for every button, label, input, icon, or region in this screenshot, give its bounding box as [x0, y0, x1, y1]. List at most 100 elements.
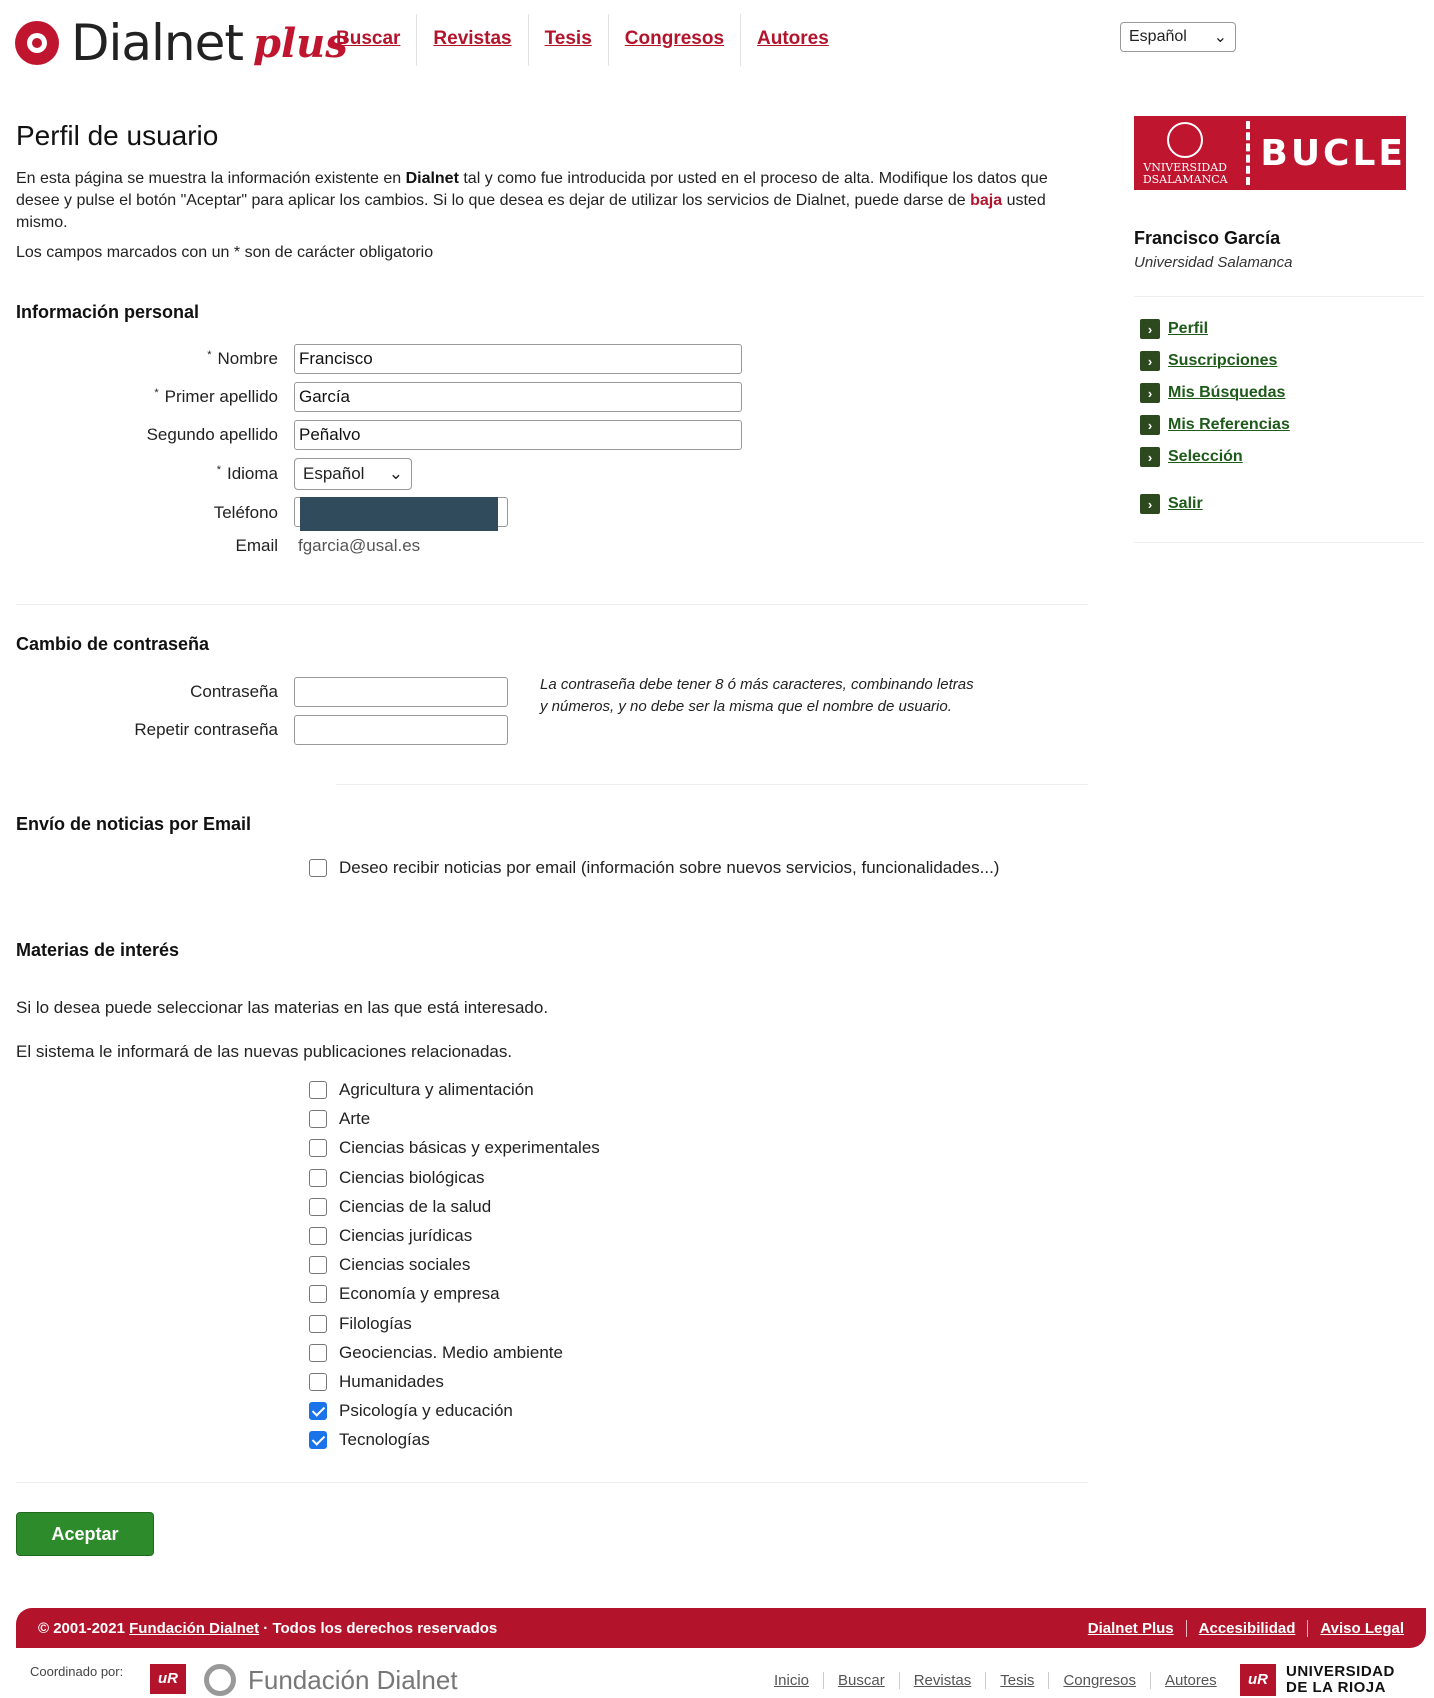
nav-revistas[interactable]: Revistas: [417, 14, 529, 66]
nav-tesis[interactable]: Tesis: [529, 14, 609, 66]
rioja-mini-logo[interactable]: uR: [150, 1664, 186, 1694]
baja-link[interactable]: baja: [970, 192, 1002, 209]
dialnet-logo[interactable]: Dialnet plus: [15, 14, 348, 72]
topic-label: Ciencias sociales: [339, 1255, 471, 1275]
topic-row[interactable]: Ciencias biológicas: [309, 1168, 485, 1188]
topic-checkbox[interactable]: [309, 1110, 327, 1129]
nav-autores[interactable]: Autores: [741, 14, 845, 66]
topic-row[interactable]: Economía y empresa: [309, 1284, 500, 1304]
topic-label: Ciencias jurídicas: [339, 1226, 473, 1245]
fundacion-dialnet-logo[interactable]: Fundación Dialnet: [204, 1664, 458, 1696]
accept-button[interactable]: Aceptar: [16, 1512, 154, 1556]
apellido2-input[interactable]: [294, 420, 742, 450]
sidebar-item-seleccion[interactable]: › Selección: [1140, 441, 1290, 473]
footer-nav-buscar[interactable]: Buscar: [823, 1672, 899, 1689]
chevron-down-icon: ⌄: [1213, 29, 1227, 46]
footer-nav-congresos[interactable]: Congresos: [1048, 1672, 1150, 1689]
topic-row[interactable]: Ciencias básicas y experimentales: [309, 1138, 600, 1158]
row-email: Email fgarcia@usal.es: [235, 536, 421, 555]
nombre-input[interactable]: [294, 344, 742, 374]
topic-label: Ciencias biológicas: [339, 1167, 485, 1187]
topic-checkbox[interactable]: [309, 1373, 327, 1391]
topic-checkbox[interactable]: [309, 1314, 327, 1333]
topics-text-2: El sistema le informará de las nuevas pu…: [16, 1042, 513, 1061]
topic-row[interactable]: Psicología y educación: [309, 1401, 513, 1421]
password-repeat-input[interactable]: [294, 715, 508, 745]
topic-checkbox[interactable]: [309, 1402, 327, 1421]
topic-row[interactable]: Ciencias jurídicas: [309, 1226, 472, 1246]
topic-row[interactable]: Ciencias de la salud: [309, 1197, 491, 1217]
topic-label: Arte: [339, 1109, 371, 1129]
topic-checkbox[interactable]: [309, 1285, 327, 1304]
dialnet-logo-icon: [15, 21, 59, 65]
footer-nav-inicio[interactable]: Inicio: [760, 1672, 823, 1689]
universidad-rioja-logo[interactable]: uR UNIVERSIDAD DE LA RIOJA: [1240, 1664, 1395, 1696]
bucle-text: BUCLE: [1260, 132, 1406, 174]
required-note: Los campos marcados con un * son de cará…: [16, 244, 434, 261]
fundacion-link[interactable]: Fundación Dialnet: [129, 1620, 259, 1637]
sidebar-menu: › Perfil › Suscripciones › Mis Búsquedas › M…: [1140, 313, 1290, 473]
divider: [336, 784, 1088, 785]
idioma-select[interactable]: Español ⌄: [294, 458, 412, 490]
chevron-right-icon: ›: [1140, 351, 1160, 371]
section-password: Cambio de contraseña: [16, 634, 210, 654]
row-idioma: * Idioma Español ⌄: [16, 458, 412, 490]
sidebar-item-perfil[interactable]: › Perfil: [1140, 313, 1290, 345]
topic-checkbox[interactable]: [309, 1227, 327, 1245]
topic-label: Economía y empresa: [339, 1284, 500, 1304]
intro-text: En esta página se muestra la información…: [16, 170, 1048, 231]
redaction-block: [300, 497, 498, 531]
logo-text: Dialnet: [71, 14, 244, 72]
page-title: Perfil de usuario: [16, 120, 219, 151]
usal-seal-icon: [1167, 122, 1204, 158]
top-nav: Buscar Revistas Tesis Congresos Autores: [320, 14, 845, 66]
password-hint: La contraseña debe tener 8 ó más caracte…: [540, 676, 974, 715]
sidebar-item-salir[interactable]: › Salir: [1140, 488, 1203, 520]
divider: [1134, 542, 1424, 543]
topic-checkbox[interactable]: [309, 1081, 327, 1099]
section-topics: Materias de interés: [16, 940, 180, 960]
apellido1-input[interactable]: [294, 382, 742, 412]
topic-checkbox[interactable]: [309, 1197, 327, 1216]
language-select[interactable]: Español ⌄: [1120, 22, 1236, 52]
news-checkbox[interactable]: [309, 859, 327, 877]
topic-checkbox[interactable]: [309, 1343, 327, 1362]
topic-row[interactable]: Tecnologías: [309, 1430, 430, 1450]
footer-link-aviso-legal[interactable]: Aviso Legal: [1307, 1619, 1404, 1637]
topic-checkbox[interactable]: [309, 1168, 327, 1187]
usal-bucle-logo[interactable]: VNIVERSIDAD DSALAMANCA BUCLE: [1134, 116, 1406, 190]
topic-row[interactable]: Agricultura y alimentación: [309, 1080, 534, 1100]
chevron-right-icon: ›: [1140, 319, 1160, 339]
topic-row[interactable]: Ciencias sociales: [309, 1255, 470, 1275]
news-checkbox-row[interactable]: Deseo recibir noticias por email (inform…: [309, 858, 999, 878]
footer-link-dialnet-plus[interactable]: Dialnet Plus: [1076, 1620, 1174, 1637]
sidebar-item-suscripciones[interactable]: › Suscripciones: [1140, 345, 1290, 377]
sidebar-item-busquedas[interactable]: › Mis Búsquedas: [1140, 377, 1290, 409]
password-input[interactable]: [294, 677, 508, 707]
row-apellido1: * Primer apellido: [16, 382, 742, 412]
footer-bar: © 2001-2021 Fundación Dialnet · Todos lo…: [16, 1608, 1426, 1648]
chevron-right-icon: ›: [1140, 383, 1160, 403]
topic-row[interactable]: Humanidades: [309, 1372, 444, 1392]
footer-nav-revistas[interactable]: Revistas: [898, 1672, 986, 1689]
topic-checkbox[interactable]: [309, 1256, 327, 1275]
topic-checkbox[interactable]: [309, 1139, 327, 1158]
footer-nav-autores[interactable]: Autores: [1149, 1672, 1231, 1689]
topic-checkbox[interactable]: [309, 1431, 327, 1450]
footer-nav-tesis[interactable]: Tesis: [985, 1672, 1048, 1689]
chevron-down-icon: ⌄: [388, 464, 403, 483]
nav-congresos[interactable]: Congresos: [609, 14, 742, 66]
section-news: Envío de noticias por Email: [16, 814, 252, 834]
topic-row[interactable]: Geociencias. Medio ambiente: [309, 1343, 563, 1363]
row-telefono: Teléfono: [16, 497, 508, 531]
chevron-right-icon: ›: [1140, 447, 1160, 467]
footer-bottom: Coordinado por: uR Fundación Dialnet Ini…: [0, 1650, 1434, 1698]
topic-label: Tecnologías: [339, 1430, 430, 1450]
topic-label: Agricultura y alimentación: [339, 1080, 534, 1099]
footer-links: Dialnet Plus Accesibilidad Aviso Legal: [1064, 1619, 1404, 1637]
topic-row[interactable]: Arte: [309, 1109, 370, 1129]
footer-link-accesibilidad[interactable]: Accesibilidad: [1185, 1619, 1296, 1637]
sidebar-item-referencias[interactable]: › Mis Referencias: [1140, 409, 1290, 441]
nav-buscar[interactable]: Buscar: [320, 14, 418, 66]
topic-row[interactable]: Filologías: [309, 1314, 412, 1334]
